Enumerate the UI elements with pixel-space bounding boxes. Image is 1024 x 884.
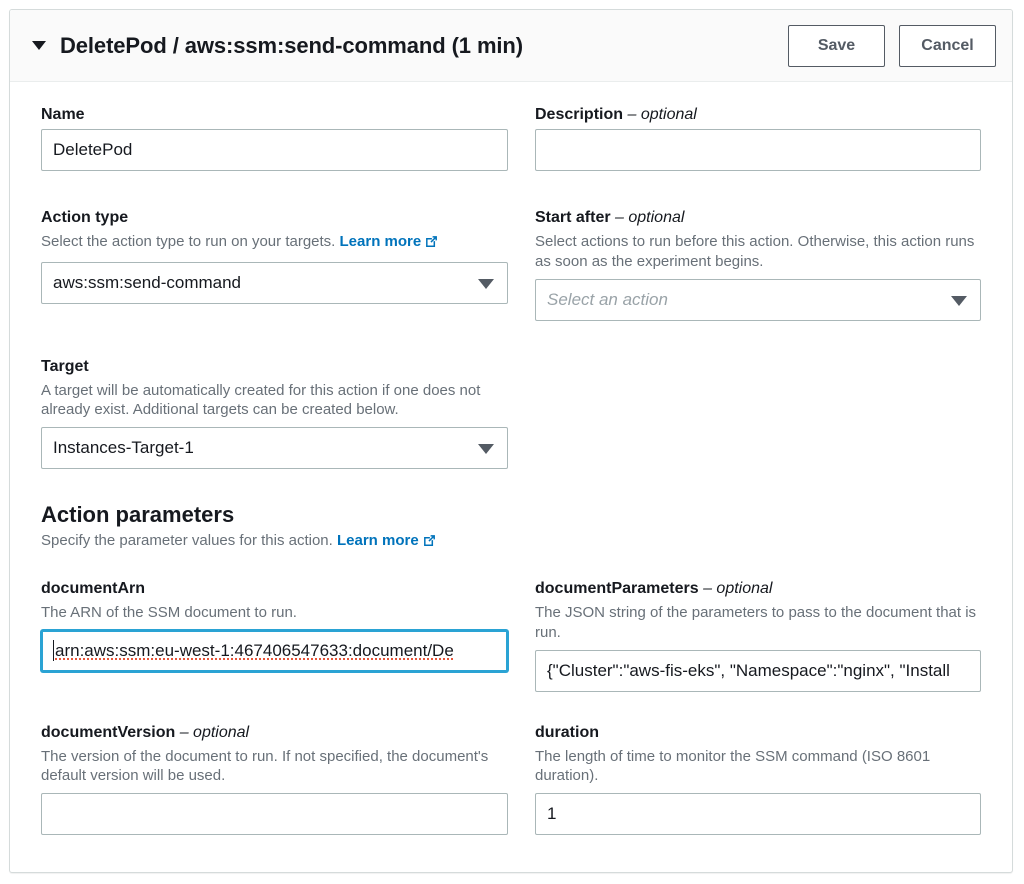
action-editor-card: DeletePod / aws:ssm:send-command (1 min)… (9, 9, 1013, 873)
duration-input[interactable] (535, 793, 981, 835)
target-label: Target (41, 358, 508, 376)
action-parameters-learn-more-link[interactable]: Learn more (337, 532, 419, 549)
text-cursor (53, 640, 54, 661)
document-arn-label: documentArn (41, 580, 508, 598)
field-name: Name (41, 106, 508, 171)
start-after-label: Start after – optional (535, 209, 981, 227)
action-parameters-description: Specify the parameter values for this ac… (41, 531, 981, 554)
start-after-placeholder: Select an action (547, 290, 668, 310)
chevron-down-icon (478, 444, 494, 454)
header-actions: Save Cancel (788, 25, 996, 67)
document-arn-value: arn:aws:ssm:eu-west-1:467406547633:docum… (55, 641, 454, 661)
document-parameters-label: documentParameters – optional (535, 580, 981, 598)
document-version-label: documentVersion – optional (41, 724, 508, 742)
action-type-learn-more-link[interactable]: Learn more (340, 233, 422, 250)
field-target: Target A target will be automatically cr… (41, 358, 508, 470)
start-after-select[interactable]: Select an action (535, 279, 981, 321)
row-documentarn-documentparameters: documentArn The ARN of the SSM document … (41, 580, 981, 692)
row-documentversion-duration: documentVersion – optional The version o… (41, 724, 981, 836)
document-arn-value-wrapper: arn:aws:ssm:eu-west-1:467406547633:docum… (53, 632, 496, 670)
field-action-type: Action type Select the action type to ru… (41, 209, 508, 321)
target-select[interactable]: Instances-Target-1 (41, 427, 508, 469)
description-label: Description – optional (535, 106, 981, 124)
external-link-icon (424, 234, 439, 255)
chevron-down-icon (951, 296, 967, 306)
triangle-down-icon[interactable] (32, 41, 46, 50)
description-input[interactable] (535, 129, 981, 171)
target-spacer (535, 358, 981, 470)
document-parameters-value: {"Cluster":"aws-fis-eks", "Namespace":"n… (547, 651, 969, 691)
duration-description: The length of time to monitor the SSM co… (535, 747, 981, 787)
action-type-select[interactable]: aws:ssm:send-command (41, 262, 508, 304)
field-description: Description – optional (535, 106, 981, 171)
field-document-parameters: documentParameters – optional The JSON s… (535, 580, 981, 692)
page-title: DeletePod / aws:ssm:send-command (1 min) (60, 33, 523, 59)
row-target: Target A target will be automatically cr… (41, 358, 981, 470)
name-label: Name (41, 106, 508, 124)
action-type-value: aws:ssm:send-command (53, 273, 241, 293)
document-parameters-input[interactable]: {"Cluster":"aws-fis-eks", "Namespace":"n… (535, 650, 981, 692)
document-version-input[interactable] (41, 793, 508, 835)
document-arn-description: The ARN of the SSM document to run. (41, 603, 508, 623)
document-parameters-description: The JSON string of the parameters to pas… (535, 603, 981, 643)
document-arn-input[interactable]: arn:aws:ssm:eu-west-1:467406547633:docum… (41, 630, 508, 672)
cancel-button[interactable]: Cancel (899, 25, 996, 67)
card-body: Name Description – optional Action type … (10, 82, 1012, 835)
external-link-icon (422, 533, 437, 554)
target-value: Instances-Target-1 (53, 438, 194, 458)
action-type-description: Select the action type to run on your ta… (41, 232, 508, 255)
action-type-label: Action type (41, 209, 508, 227)
save-button[interactable]: Save (788, 25, 885, 67)
document-version-description: The version of the document to run. If n… (41, 747, 508, 787)
action-parameters-section: Action parameters Specify the parameter … (41, 502, 981, 554)
field-document-version: documentVersion – optional The version o… (41, 724, 508, 836)
field-duration: duration The length of time to monitor t… (535, 724, 981, 836)
target-description: A target will be automatically created f… (41, 381, 508, 421)
chevron-down-icon (478, 279, 494, 289)
field-document-arn: documentArn The ARN of the SSM document … (41, 580, 508, 692)
field-start-after: Start after – optional Select actions to… (535, 209, 981, 321)
row-actiontype-startafter: Action type Select the action type to ru… (41, 209, 981, 321)
start-after-description: Select actions to run before this action… (535, 232, 981, 272)
card-header: DeletePod / aws:ssm:send-command (1 min)… (10, 10, 1012, 82)
action-parameters-title: Action parameters (41, 502, 981, 528)
name-input[interactable] (41, 129, 508, 171)
row-name-description: Name Description – optional (41, 106, 981, 171)
duration-label: duration (535, 724, 981, 742)
